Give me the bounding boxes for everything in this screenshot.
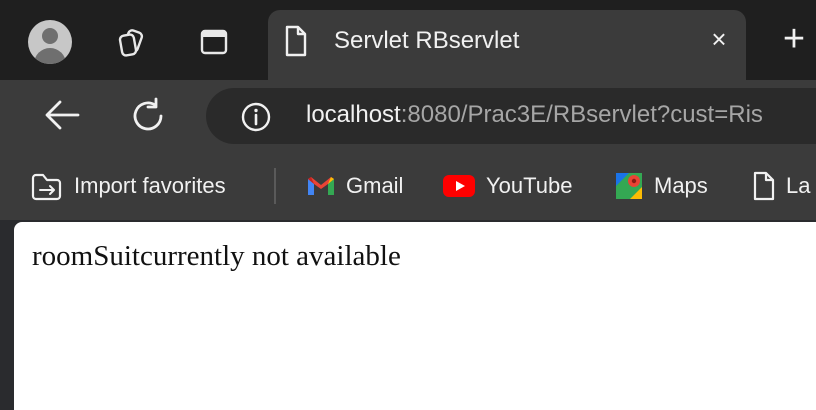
back-arrow-icon[interactable]: [42, 98, 82, 132]
new-tab-button[interactable]: +: [774, 18, 814, 60]
page-icon: [753, 171, 775, 201]
import-favorites-icon: [31, 173, 62, 201]
bookmark-label: YouTube: [486, 173, 573, 198]
browser-window: Servlet RBservlet × + localhost:8080/Pra…: [0, 0, 816, 410]
url-path: :8080/Prac3E/RBservlet?cust=Ris: [400, 101, 763, 128]
workspaces-icon[interactable]: [116, 26, 148, 58]
bookmark-label: Import favorites: [74, 173, 226, 198]
bookmark-page[interactable]: La: [752, 170, 810, 202]
page-message: roomSuitcurrently not available: [32, 240, 401, 272]
bookmarks-divider: [274, 168, 276, 204]
close-icon[interactable]: ×: [704, 24, 734, 54]
profile-avatar-icon[interactable]: [28, 20, 72, 64]
maps-icon: [616, 173, 642, 199]
vertical-tabs-icon[interactable]: [198, 26, 230, 58]
url-text[interactable]: localhost:8080/Prac3E/RBservlet?cust=Ris: [306, 101, 763, 129]
refresh-icon[interactable]: [128, 96, 168, 134]
youtube-icon: [443, 175, 475, 197]
tab-title: Servlet RBservlet: [334, 27, 520, 54]
document-icon: [285, 25, 307, 57]
bookmark-gmail[interactable]: Gmail: [306, 170, 403, 202]
bookmark-youtube[interactable]: YouTube: [442, 170, 572, 202]
gmail-icon: [308, 177, 334, 195]
bookmark-label: Maps: [654, 173, 708, 198]
url-host: localhost: [306, 101, 401, 128]
bookmark-label: La: [786, 173, 811, 198]
bookmark-import-favorites[interactable]: Import favorites: [30, 170, 226, 202]
bookmark-label: Gmail: [346, 173, 404, 198]
site-info-icon[interactable]: [240, 101, 272, 133]
bookmark-maps[interactable]: Maps: [614, 170, 708, 202]
